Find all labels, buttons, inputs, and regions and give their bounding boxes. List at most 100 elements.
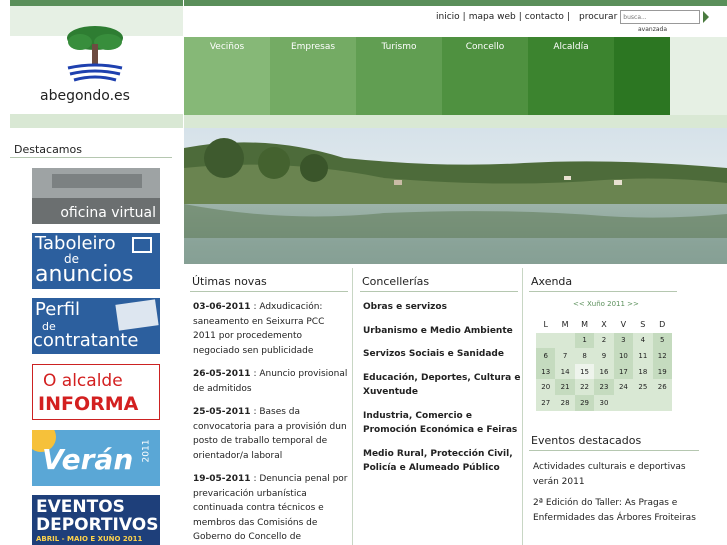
- news-item[interactable]: 19-05-2011 : Denuncia penal por prevaric…: [193, 472, 348, 545]
- news-date: 25-05-2011: [193, 407, 251, 417]
- news-item[interactable]: 25-05-2011 : Bases da convocatoria para …: [193, 405, 348, 463]
- banner-label: oficina virtual: [60, 205, 156, 221]
- calendar-day[interactable]: 16: [594, 363, 614, 380]
- concellerias-list: Obras e servizos Urbanismo e Medio Ambie…: [363, 300, 523, 485]
- calendar-day[interactable]: 30: [594, 394, 614, 411]
- calendar-day[interactable]: 11: [633, 348, 653, 364]
- banner-eventos-deportivos[interactable]: EVENTOS DEPORTIVOS ABRIL - MAIO E XUÑO 2…: [32, 495, 160, 545]
- calendar-day[interactable]: 3: [613, 332, 634, 349]
- concelleria-link[interactable]: Obras e servizos: [363, 300, 523, 315]
- tab-vecinos[interactable]: Veciños: [184, 37, 270, 115]
- site-logo-text[interactable]: abegondo.es: [40, 88, 130, 104]
- calendar-day[interactable]: 21: [555, 379, 575, 395]
- concelleria-link[interactable]: Servizos Sociais e Sanidade: [363, 347, 523, 362]
- calendar-day[interactable]: 12: [652, 348, 672, 364]
- search-go-icon[interactable]: [703, 11, 710, 23]
- news-item[interactable]: 26-05-2011 : Anuncio provisional de admi…: [193, 367, 348, 396]
- calendar-day[interactable]: 23: [594, 379, 614, 395]
- news-date: 19-05-2011: [193, 474, 251, 484]
- calendar-day[interactable]: 9: [594, 348, 614, 364]
- sitemap-link[interactable]: mapa web: [469, 12, 516, 22]
- event-link[interactable]: Actividades culturais e deportivas verán…: [533, 460, 703, 489]
- calendar-day[interactable]: 27: [536, 394, 556, 411]
- banner-veran-2011[interactable]: Verán 2011: [32, 430, 160, 486]
- calendar-day[interactable]: 10: [613, 348, 634, 364]
- banner-taboleiro[interactable]: Taboleiro de anuncios: [32, 233, 160, 289]
- banner-line1: O alcalde: [43, 371, 123, 391]
- calendar-week: 20 21 22 23 24 25 26: [536, 379, 672, 395]
- calendar-day[interactable]: 22: [574, 379, 595, 395]
- banner-line1: Perfil: [35, 299, 81, 320]
- calendar-day[interactable]: 29: [574, 394, 595, 411]
- events-title: Eventos destacados: [531, 434, 642, 447]
- concelleria-link[interactable]: Educación, Deportes, Cultura e Xuventude: [363, 371, 523, 400]
- tab-extra: [614, 37, 670, 115]
- news-date: 26-05-2011: [193, 369, 251, 379]
- tab-empresas[interactable]: Empresas: [270, 37, 356, 115]
- calendar-day[interactable]: 8: [574, 348, 595, 364]
- contact-link[interactable]: contacto: [525, 12, 564, 22]
- calendar-day[interactable]: 25: [633, 379, 653, 395]
- divider: [529, 291, 677, 292]
- search-input[interactable]: [620, 10, 701, 24]
- events-list: Actividades culturais e deportivas verán…: [533, 460, 703, 532]
- tab-alcaldia[interactable]: Alcaldía: [528, 37, 614, 115]
- calendar-day[interactable]: 19: [652, 363, 672, 380]
- tree-logo-icon[interactable]: [60, 24, 130, 86]
- logo-underband: [10, 114, 183, 128]
- news-item[interactable]: 03-06-2011 : Adxudicación: saneamento en…: [193, 300, 348, 358]
- top-bar-right: [184, 0, 727, 6]
- banner-alcalde-informa[interactable]: O alcalde INFORMA: [32, 364, 160, 420]
- utility-nav: inicio | mapa web | contacto | procurar: [436, 10, 710, 24]
- calendar-day[interactable]: 5: [652, 332, 672, 349]
- banner-line2: 2011: [141, 439, 152, 463]
- calendar-day[interactable]: 6: [536, 348, 556, 364]
- calendar-day[interactable]: 13: [536, 363, 556, 380]
- advanced-search-link[interactable]: avanzada: [638, 26, 667, 33]
- concelleria-link[interactable]: Medio Rural, Protección Civil, Policía e…: [363, 447, 523, 476]
- agenda-title: Axenda: [531, 275, 573, 288]
- calendar-day[interactable]: 1: [574, 332, 595, 349]
- calendar-day[interactable]: 20: [536, 379, 556, 395]
- calendar-week: 6 7 8 9 10 11 12: [536, 348, 672, 364]
- tab-turismo[interactable]: Turismo: [356, 37, 442, 115]
- weekday: L: [543, 320, 548, 330]
- home-link[interactable]: inicio: [436, 12, 460, 22]
- calendar-day[interactable]: 4: [633, 332, 653, 349]
- calendar-month-nav[interactable]: << Xuño 2011 >>: [573, 300, 639, 308]
- calendar-day[interactable]: 26: [652, 379, 672, 395]
- calendar-day[interactable]: 7: [555, 348, 575, 364]
- calendar-day[interactable]: 18: [633, 363, 653, 380]
- separator: |: [566, 12, 570, 22]
- concelleria-link[interactable]: Industria, Comercio e Promoción Económic…: [363, 409, 523, 438]
- main-navigation: Veciños Empresas Turismo Concello Alcald…: [184, 37, 727, 115]
- calendar-day[interactable]: 14: [555, 363, 575, 380]
- concelleria-link[interactable]: Urbanismo e Medio Ambiente: [363, 324, 523, 339]
- landscape-hero-image: [184, 128, 727, 264]
- calendar-day: [652, 394, 672, 411]
- banner-line3: contratante: [33, 330, 139, 351]
- keyboard-key: [52, 174, 142, 188]
- event-link[interactable]: 2ª Edición do Taller: As Pragas e Enferm…: [533, 496, 703, 525]
- calendar-day-today[interactable]: 15: [574, 363, 595, 380]
- calendar-day[interactable]: 28: [555, 394, 575, 411]
- banner-oficina-virtual[interactable]: oficina virtual: [32, 168, 160, 224]
- news-title: Útimas novas: [192, 275, 267, 288]
- tab-concello[interactable]: Concello: [442, 37, 528, 115]
- banner-line1: Verán: [42, 443, 134, 476]
- divider: [190, 291, 348, 292]
- search-label: procurar: [578, 12, 618, 22]
- banner-perfil-contratante[interactable]: Perfil de contratante: [32, 298, 160, 354]
- calendar-day: [613, 394, 634, 411]
- divider: [10, 157, 172, 158]
- calendar-day[interactable]: 2: [594, 332, 614, 349]
- calendar-day[interactable]: 17: [613, 363, 634, 380]
- banner-line1: Taboleiro: [35, 233, 116, 254]
- separator: |: [462, 12, 466, 22]
- document-icon: [115, 299, 159, 331]
- banner-line3: anuncios: [35, 262, 134, 287]
- weekday: M: [581, 320, 588, 330]
- calendar-day[interactable]: 24: [613, 379, 634, 395]
- banner-line2: INFORMA: [38, 393, 139, 415]
- banner-line2: DEPORTIVOS: [36, 515, 159, 535]
